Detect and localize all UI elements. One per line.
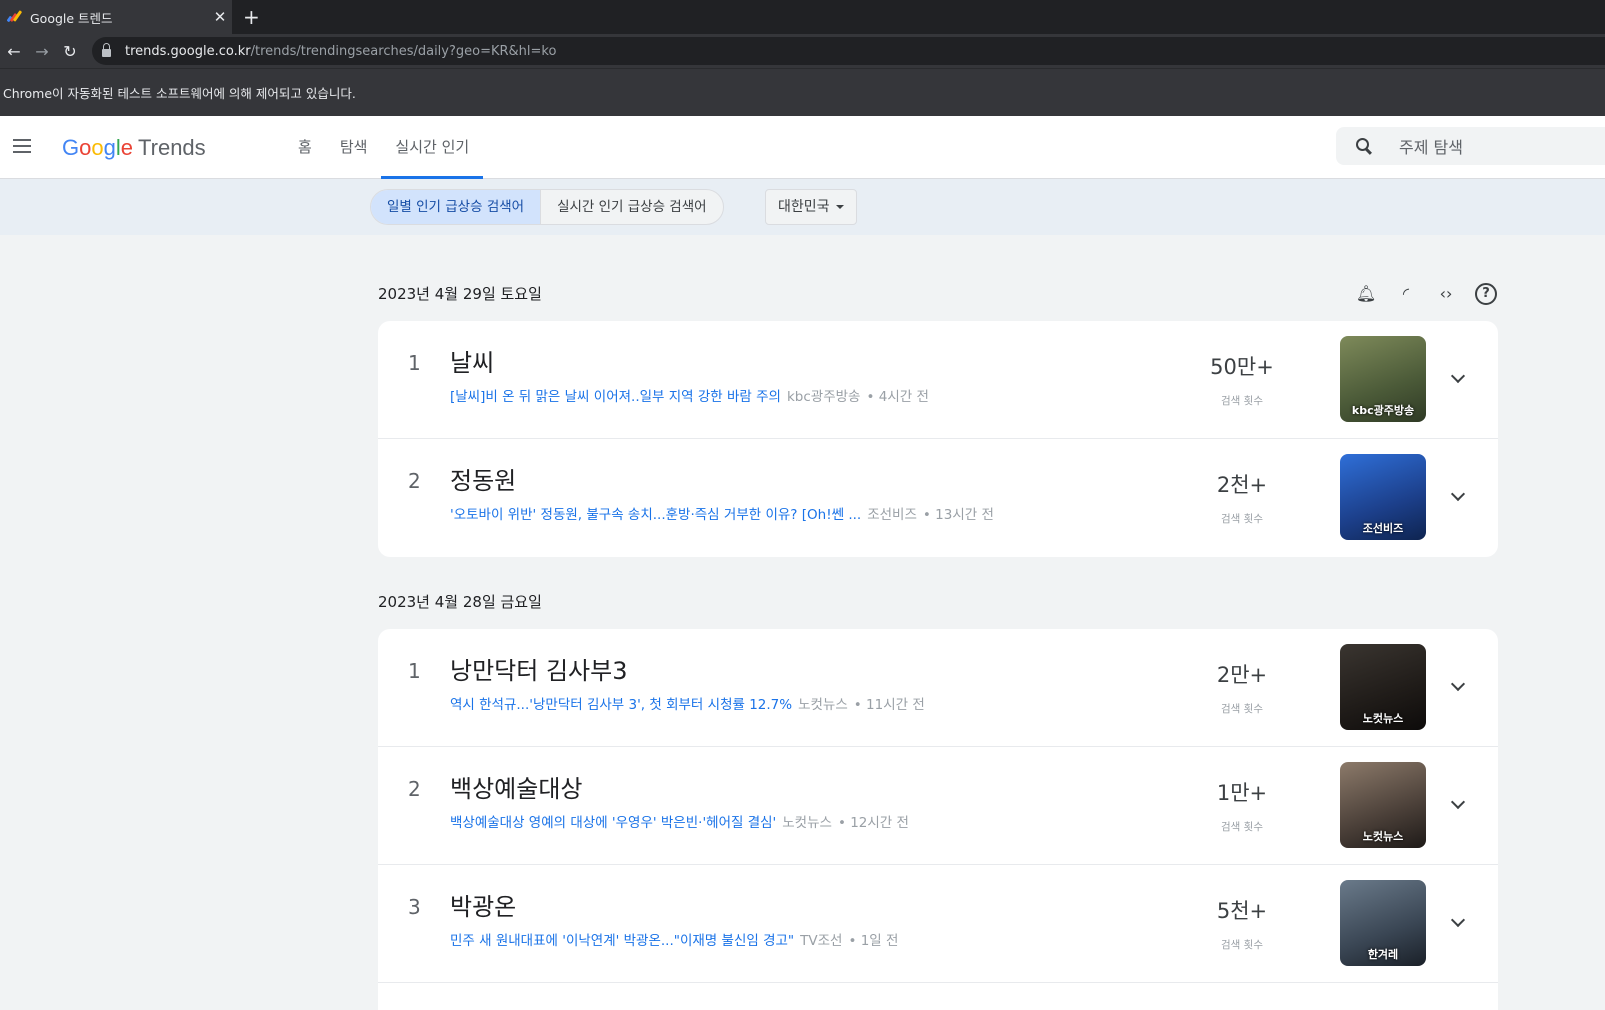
date-heading: 2023년 4월 28일 금요일 bbox=[378, 593, 542, 611]
expand-chevron-icon[interactable] bbox=[1450, 676, 1466, 692]
article-link[interactable]: 민주 새 원내대표에 '이낙연계' 박광온..."이재명 불신임 경고" bbox=[450, 933, 794, 949]
article-thumbnail[interactable]: 한겨레 bbox=[1340, 880, 1426, 966]
thumbnail-source: 한겨레 bbox=[1367, 948, 1399, 961]
menu-icon[interactable] bbox=[13, 139, 31, 157]
date-heading: 2023년 4월 29일 토요일 bbox=[378, 285, 542, 303]
search-count: 2만+ bbox=[1216, 663, 1268, 687]
app-header: Google Trends 홈 탐색 실시간 인기 주제 탐색 bbox=[0, 116, 1605, 179]
url-field[interactable]: trends.google.co.kr/trends/trendingsearc… bbox=[92, 37, 1605, 65]
article-link[interactable]: '오토바이 위반' 정동원, 불구속 송치...훈방·즉심 거부한 이유? [O… bbox=[450, 507, 861, 523]
article-time: • 1일 전 bbox=[848, 933, 899, 949]
search-input[interactable]: 주제 탐색 bbox=[1399, 134, 1463, 158]
search-icon[interactable] bbox=[1356, 137, 1373, 155]
search-count-label: 검색 횟수 bbox=[1221, 513, 1263, 525]
trend-row-partial[interactable] bbox=[378, 983, 1498, 1010]
nav-trending[interactable]: 실시간 인기 bbox=[381, 116, 483, 179]
trend-query[interactable]: 박광온 bbox=[450, 887, 516, 922]
trend-row[interactable]: 1 날씨 [날씨]비 온 뒤 맑은 날씨 이어져..일부 지역 강한 바람 주의… bbox=[378, 321, 1498, 439]
nav-home[interactable]: 홈 bbox=[284, 116, 326, 179]
article-time: • 11시간 전 bbox=[853, 697, 925, 713]
trend-row[interactable]: 2 정동원 '오토바이 위반' 정동원, 불구속 송치...훈방·즉심 거부한 … bbox=[378, 439, 1498, 557]
url-host: trends.google.co.kr bbox=[125, 43, 251, 59]
dropdown-caret-icon bbox=[835, 205, 844, 209]
thumbnail-source: 조선비즈 bbox=[1362, 522, 1404, 535]
trend-row[interactable]: 2 백상예술대상 백상예술대상 영예의 대상에 '우영우' 박은빈·'헤어질 결… bbox=[378, 747, 1498, 865]
search-count: 50만+ bbox=[1210, 355, 1274, 379]
article-link[interactable]: [날씨]비 온 뒤 맑은 날씨 이어져..일부 지역 강한 바람 주의 bbox=[450, 389, 781, 405]
article-thumbnail[interactable]: kbc광주방송 bbox=[1340, 336, 1426, 422]
trend-card: 1 낭만닥터 김사부3 역시 한석규...'낭만닥터 김사부 3', 첫 회부터… bbox=[378, 629, 1498, 1010]
trend-query[interactable]: 낭만닥터 김사부3 bbox=[450, 651, 627, 686]
trend-row[interactable]: 1 낭만닥터 김사부3 역시 한석규...'낭만닥터 김사부 3', 첫 회부터… bbox=[378, 629, 1498, 747]
article-source: kbc광주방송 bbox=[786, 389, 861, 405]
article-time: • 13시간 전 bbox=[922, 507, 994, 523]
feed-tools: 🔔︎ ◜ ‹› ? bbox=[1355, 283, 1497, 305]
trend-query[interactable]: 백상예술대상 bbox=[450, 769, 582, 804]
trend-type-toggle: 일별 인기 급상승 검색어 실시간 인기 급상승 검색어 bbox=[370, 189, 724, 225]
article-source: 조선비즈 bbox=[867, 507, 917, 523]
reload-icon[interactable]: ↻ bbox=[56, 42, 84, 61]
search-count-label: 검색 횟수 bbox=[1221, 821, 1263, 833]
lock-icon bbox=[102, 43, 111, 57]
thumbnail-source: 노컷뉴스 bbox=[1362, 830, 1404, 843]
search-count: 5천+ bbox=[1216, 899, 1268, 923]
expand-chevron-icon[interactable] bbox=[1450, 794, 1466, 810]
thumbnail-source: 노컷뉴스 bbox=[1362, 712, 1404, 725]
rank: 2 bbox=[408, 777, 421, 801]
filter-bar: 일별 인기 급상승 검색어 실시간 인기 급상승 검색어 대한민국 bbox=[0, 179, 1605, 235]
article-thumbnail[interactable]: 노컷뉴스 bbox=[1340, 762, 1426, 848]
google-trends-logo[interactable]: Google Trends bbox=[62, 135, 206, 161]
search-count: 2천+ bbox=[1216, 473, 1268, 497]
search-count: 1만+ bbox=[1216, 781, 1268, 805]
rank: 1 bbox=[408, 659, 421, 683]
article-source: 노컷뉴스 bbox=[782, 815, 832, 831]
rss-icon[interactable]: ◜ bbox=[1395, 283, 1417, 305]
country-label: 대한민국 bbox=[778, 199, 830, 215]
embed-code-icon[interactable]: ‹› bbox=[1435, 283, 1457, 305]
article-source: 노컷뉴스 bbox=[798, 697, 848, 713]
search-count-label: 검색 횟수 bbox=[1221, 703, 1263, 715]
logo-trends-text: Trends bbox=[138, 135, 206, 160]
thumbnail-source: kbc광주방송 bbox=[1351, 404, 1415, 417]
article-time: • 4시간 전 bbox=[866, 389, 929, 405]
article-thumbnail[interactable]: 노컷뉴스 bbox=[1340, 644, 1426, 730]
expand-chevron-icon[interactable] bbox=[1450, 486, 1466, 502]
forward-icon[interactable]: → bbox=[28, 42, 56, 61]
help-icon[interactable]: ? bbox=[1475, 283, 1497, 305]
top-nav: 홈 탐색 실시간 인기 bbox=[284, 116, 483, 179]
article-link[interactable]: 역시 한석규...'낭만닥터 김사부 3', 첫 회부터 시청률 12.7% bbox=[450, 697, 792, 713]
article-link[interactable]: 백상예술대상 영예의 대상에 '우영우' 박은빈·'헤어질 결심' bbox=[450, 815, 776, 831]
expand-chevron-icon[interactable] bbox=[1450, 912, 1466, 928]
trend-row[interactable]: 3 박광온 민주 새 원내대표에 '이낙연계' 박광온..."이재명 불신임 경… bbox=[378, 865, 1498, 983]
expand-chevron-icon[interactable] bbox=[1450, 368, 1466, 384]
daily-trends-option[interactable]: 일별 인기 급상승 검색어 bbox=[371, 190, 541, 224]
country-select[interactable]: 대한민국 bbox=[765, 189, 857, 225]
trends-favicon-icon bbox=[6, 10, 23, 24]
rank: 3 bbox=[408, 895, 421, 919]
automation-infobar: Chrome이 자동화된 테스트 소프트웨어에 의해 제어되고 있습니다. bbox=[0, 68, 1605, 116]
search-count-label: 검색 횟수 bbox=[1221, 939, 1263, 951]
rank: 1 bbox=[408, 351, 421, 375]
trend-query[interactable]: 날씨 bbox=[450, 343, 494, 378]
trend-card: 1 날씨 [날씨]비 온 뒤 맑은 날씨 이어져..일부 지역 강한 바람 주의… bbox=[378, 321, 1498, 557]
trend-query[interactable]: 정동원 bbox=[450, 461, 516, 496]
browser-tabbar: Google 트렌드 ✕ + bbox=[0, 0, 1605, 34]
realtime-trends-option[interactable]: 실시간 인기 급상승 검색어 bbox=[540, 190, 723, 224]
tab-close-icon[interactable]: ✕ bbox=[208, 8, 232, 26]
search-count-label: 검색 횟수 bbox=[1221, 395, 1263, 407]
article-source: TV조선 bbox=[800, 933, 843, 949]
back-icon[interactable]: ← bbox=[0, 42, 28, 61]
url-path: /trends/trendingsearches/daily?geo=KR&hl… bbox=[250, 43, 557, 59]
rank: 2 bbox=[408, 469, 421, 493]
nav-explore[interactable]: 탐색 bbox=[326, 116, 382, 179]
browser-tab[interactable]: Google 트렌드 ✕ bbox=[0, 0, 232, 34]
topic-search[interactable]: 주제 탐색 bbox=[1336, 127, 1605, 165]
article-time: • 12시간 전 bbox=[837, 815, 909, 831]
address-bar: ← → ↻ trends.google.co.kr/trends/trendin… bbox=[0, 34, 1605, 68]
article-thumbnail[interactable]: 조선비즈 bbox=[1340, 454, 1426, 540]
bell-icon[interactable]: 🔔︎ bbox=[1355, 283, 1377, 305]
new-tab-icon[interactable]: + bbox=[243, 5, 260, 29]
tab-title: Google 트렌드 bbox=[30, 10, 113, 26]
